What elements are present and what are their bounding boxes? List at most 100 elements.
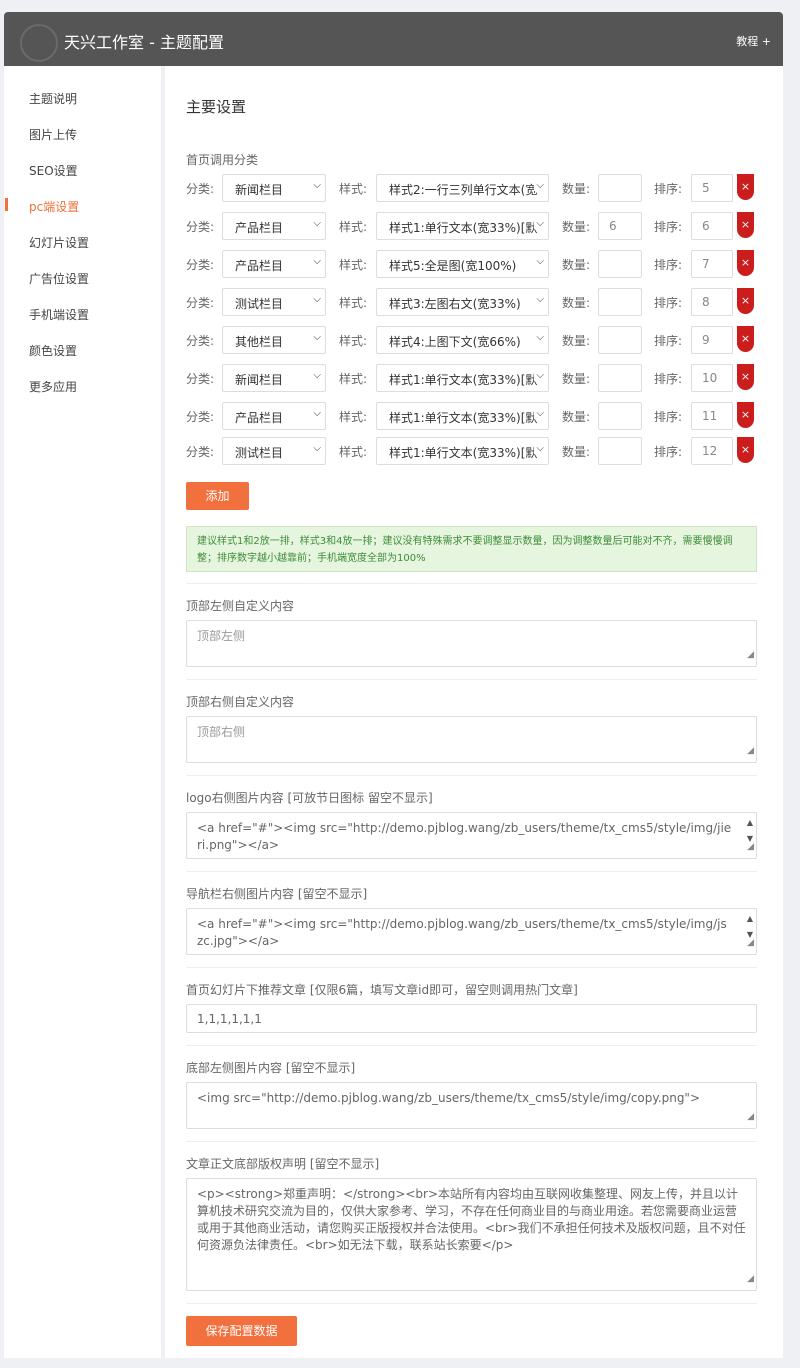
count-input[interactable] xyxy=(598,326,642,354)
count-input[interactable]: 6 xyxy=(598,212,642,240)
order-input[interactable]: 9 xyxy=(691,326,733,354)
resize-handle-icon[interactable]: ◢ xyxy=(747,1271,754,1288)
recommended-articles-label: 首页幻灯片下推荐文章 [仅限6篇，填写文章id即可，留空则调用热门文章] xyxy=(186,983,578,997)
recommended-articles-input[interactable]: 1,1,1,1,1,1 xyxy=(186,1004,757,1033)
order-input[interactable]: 11 xyxy=(691,402,733,430)
category-label: 分类: xyxy=(186,334,215,348)
sidebar-item-ads[interactable]: 广告位设置 xyxy=(29,270,89,287)
style-label: 样式: xyxy=(339,372,368,386)
style-select[interactable]: 样式1:单行文本(宽33%)[默 ⌵ xyxy=(376,402,549,430)
count-input[interactable] xyxy=(598,174,642,202)
delete-row-button[interactable]: × xyxy=(737,402,754,428)
style-select[interactable]: 样式1:单行文本(宽33%)[默 ⌵ xyxy=(376,212,549,240)
chevron-down-icon: ⌵ xyxy=(534,332,544,343)
nav-right-image-label: 导航栏右侧图片内容 [留空不显示] xyxy=(186,887,368,901)
sidebar-item-pc[interactable]: pc端设置 xyxy=(29,198,79,215)
count-input[interactable] xyxy=(598,364,642,392)
sidebar-item-image-upload[interactable]: 图片上传 xyxy=(29,126,77,143)
footer-left-image-textarea[interactable]: <img src="http://demo.pjblog.wang/zb_use… xyxy=(186,1082,757,1129)
sidebar-item-colors[interactable]: 颜色设置 xyxy=(29,342,77,359)
resize-handle-icon[interactable]: ◢ xyxy=(747,935,754,952)
style-select[interactable]: 样式4:上图下文(宽66%) ⌵ xyxy=(376,326,549,354)
chevron-down-icon: ⌵ xyxy=(311,294,321,305)
resize-handle-icon[interactable]: ◢ xyxy=(747,839,754,856)
delete-row-button[interactable]: × xyxy=(737,326,754,352)
order-input[interactable]: 6 xyxy=(691,212,733,240)
order-input[interactable]: 12 xyxy=(691,437,733,465)
sidebar-item-seo[interactable]: SEO设置 xyxy=(29,162,78,179)
resize-handle-icon[interactable]: ◢ xyxy=(747,1109,754,1126)
count-input[interactable] xyxy=(598,250,642,278)
order-input[interactable]: 10 xyxy=(691,364,733,392)
count-input[interactable] xyxy=(598,402,642,430)
category-label: 分类: xyxy=(186,372,215,386)
chevron-down-icon: ⌵ xyxy=(311,408,321,419)
count-label: 数量: xyxy=(562,372,591,386)
sidebar-item-theme-info[interactable]: 主题说明 xyxy=(29,90,77,107)
delete-row-button[interactable]: × xyxy=(737,288,754,314)
style-select[interactable]: 样式1:单行文本(宽33%)[默 ⌵ xyxy=(376,437,549,465)
add-button[interactable]: 添加 xyxy=(186,482,249,510)
save-config-button[interactable]: 保存配置数据 xyxy=(186,1316,297,1346)
style-label: 样式: xyxy=(339,258,368,272)
active-indicator xyxy=(5,198,8,211)
order-input[interactable]: 8 xyxy=(691,288,733,316)
order-input[interactable]: 7 xyxy=(691,250,733,278)
delete-row-button[interactable]: × xyxy=(737,364,754,390)
resize-handle-icon[interactable]: ◢ xyxy=(747,647,754,664)
category-select[interactable]: 产品栏目 ⌵ xyxy=(222,250,326,278)
count-label: 数量: xyxy=(562,220,591,234)
category-label: 分类: xyxy=(186,445,215,459)
chevron-down-icon: ⌵ xyxy=(311,332,321,343)
delete-row-button[interactable]: × xyxy=(737,174,754,200)
style-label: 样式: xyxy=(339,220,368,234)
style-select[interactable]: 样式3:左图右文(宽33%) ⌵ xyxy=(376,288,549,316)
delete-row-button[interactable]: × xyxy=(737,437,754,463)
order-label: 排序: xyxy=(654,296,683,310)
chevron-down-icon: ⌵ xyxy=(311,256,321,267)
category-select[interactable]: 其他栏目 ⌵ xyxy=(222,326,326,354)
count-input[interactable] xyxy=(598,288,642,316)
top-left-content-label: 顶部左侧自定义内容 xyxy=(186,599,295,613)
nav-right-image-textarea[interactable]: <a href="#"><img src="http://demo.pjblog… xyxy=(186,908,757,955)
tutorial-link[interactable]: 教程 + xyxy=(736,33,771,49)
sidebar-item-more-apps[interactable]: 更多应用 xyxy=(29,378,77,395)
close-icon: × xyxy=(740,256,751,269)
copyright-statement-textarea[interactable]: <p><strong>郑重声明：</strong><br>本站所有内容均由互联网… xyxy=(186,1178,757,1291)
page-title: 主要设置 xyxy=(186,98,247,116)
top-left-content-textarea[interactable]: 顶部左侧 ◢ xyxy=(186,620,757,667)
category-select[interactable]: 新闻栏目 ⌵ xyxy=(222,174,326,202)
category-select[interactable]: 测试栏目 ⌵ xyxy=(222,288,326,316)
logo-right-image-textarea[interactable]: <a href="#"><img src="http://demo.pjblog… xyxy=(186,812,757,859)
category-select[interactable]: 测试栏目 ⌵ xyxy=(222,437,326,465)
chevron-down-icon: ⌵ xyxy=(534,294,544,305)
category-select[interactable]: 产品栏目 ⌵ xyxy=(222,402,326,430)
chevron-down-icon: ⌵ xyxy=(311,443,321,454)
copyright-statement-label: 文章正文底部版权声明 [留空不显示] xyxy=(186,1157,380,1171)
close-icon: × xyxy=(740,370,751,383)
chevron-down-icon: ⌵ xyxy=(534,180,544,191)
style-select[interactable]: 样式5:全是图(宽100%) ⌵ xyxy=(376,250,549,278)
category-select[interactable]: 产品栏目 ⌵ xyxy=(222,212,326,240)
count-label: 数量: xyxy=(562,410,591,424)
style-select[interactable]: 样式2:一行三列单行文本(宽 ⌵ xyxy=(376,174,549,202)
app-title: 天兴工作室 - 主题配置 xyxy=(64,33,224,52)
category-select[interactable]: 新闻栏目 ⌵ xyxy=(222,364,326,392)
category-row: 分类: 产品栏目 ⌵ 样式: 样式5:全是图(宽100%) ⌵ 数量: 排序: 7 … xyxy=(165,250,783,278)
style-select[interactable]: 样式1:单行文本(宽33%)[默 ⌵ xyxy=(376,364,549,392)
sidebar-item-mobile[interactable]: 手机端设置 xyxy=(29,306,89,323)
close-icon: × xyxy=(740,180,751,193)
divider xyxy=(186,967,757,968)
count-input[interactable] xyxy=(598,437,642,465)
resize-handle-icon[interactable]: ◢ xyxy=(747,743,754,760)
category-row: 分类: 测试栏目 ⌵ 样式: 样式3:左图右文(宽33%) ⌵ 数量: 排序: 8 … xyxy=(165,288,783,316)
order-input[interactable]: 5 xyxy=(691,174,733,202)
top-right-content-textarea[interactable]: 顶部右侧 ◢ xyxy=(186,716,757,763)
close-icon: × xyxy=(740,218,751,231)
chevron-down-icon: ⌵ xyxy=(311,218,321,229)
category-row: 分类: 新闻栏目 ⌵ 样式: 样式1:单行文本(宽33%)[默 ⌵ 数量: 排序: … xyxy=(165,364,783,392)
order-label: 排序: xyxy=(654,410,683,424)
delete-row-button[interactable]: × xyxy=(737,250,754,276)
delete-row-button[interactable]: × xyxy=(737,212,754,238)
sidebar-item-slides[interactable]: 幻灯片设置 xyxy=(29,234,89,251)
